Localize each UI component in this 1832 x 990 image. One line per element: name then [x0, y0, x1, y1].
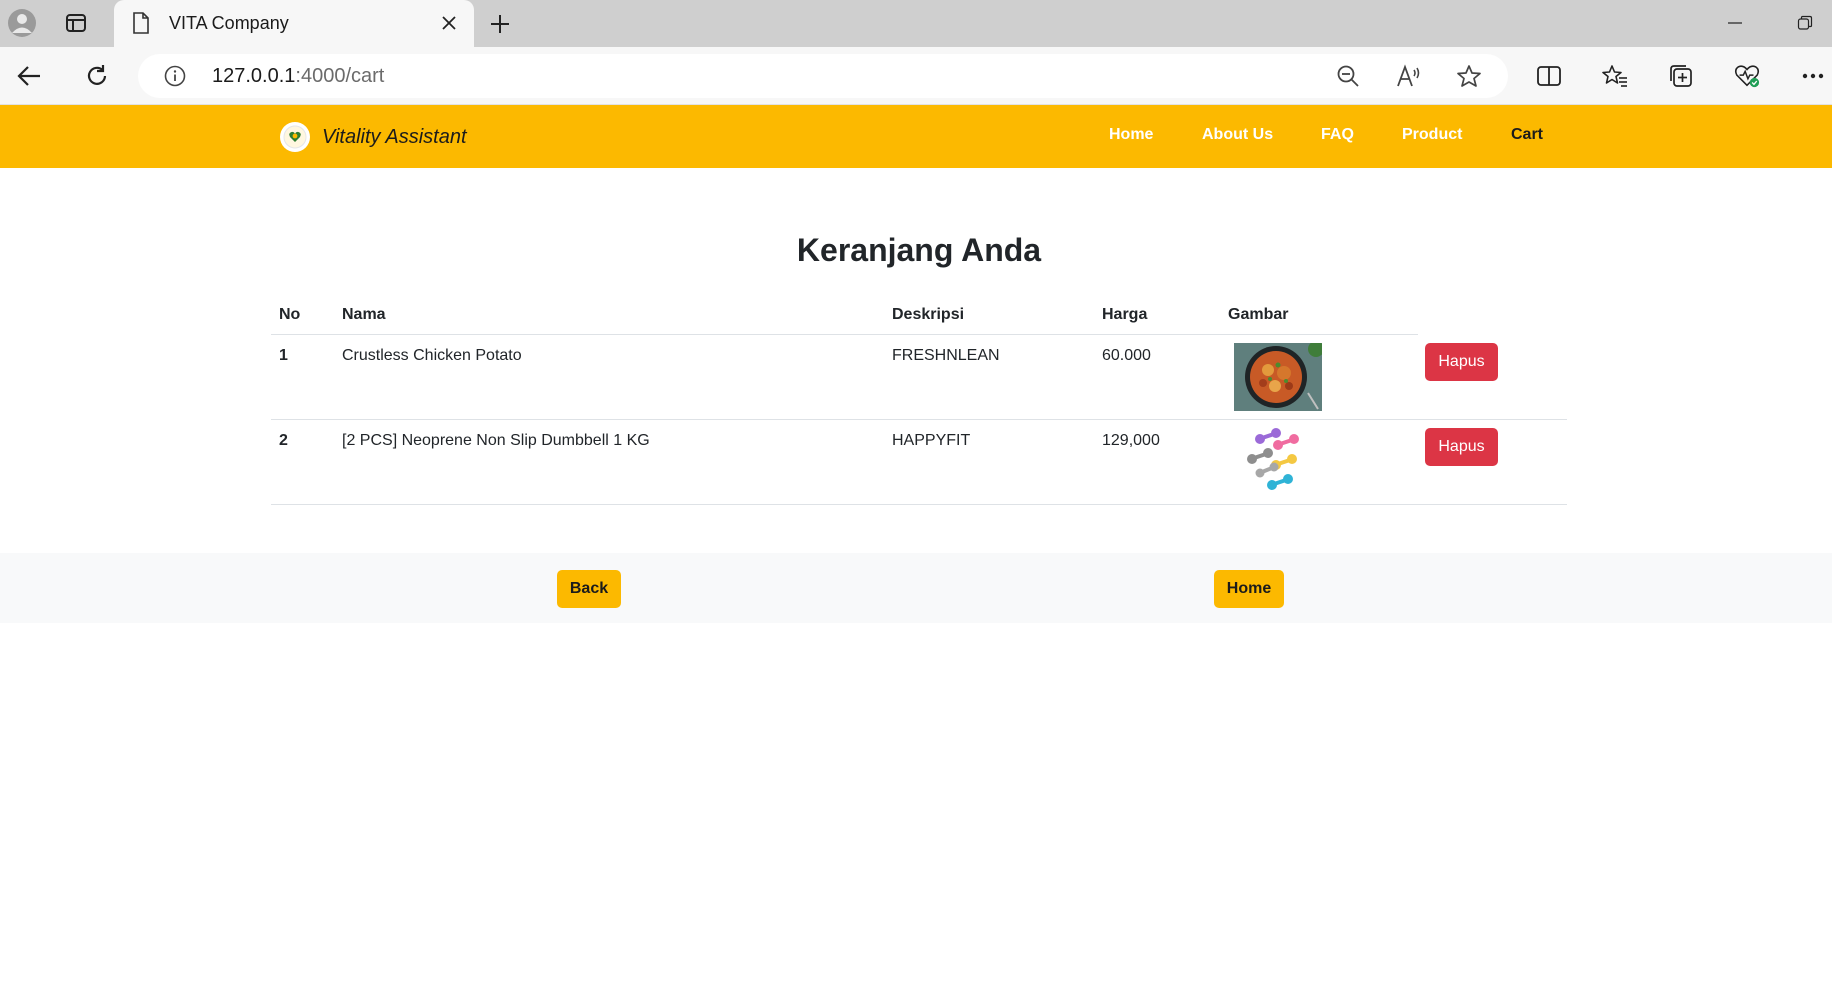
column-header-deskripsi: Deskripsi — [892, 306, 965, 323]
product-description: HAPPYFIT — [892, 432, 971, 449]
page-title: Keranjang Anda — [796, 232, 1042, 268]
close-tab-icon[interactable] — [438, 12, 460, 34]
read-aloud-icon[interactable] — [1396, 64, 1422, 88]
row-divider — [271, 504, 1567, 505]
back-button[interactable]: Back — [557, 570, 621, 608]
column-header-no: No — [279, 306, 301, 323]
more-options-icon[interactable] — [1800, 63, 1826, 89]
url-text[interactable]: 127.0.0.1:4000/cart — [212, 65, 384, 88]
row-number: 2 — [279, 432, 288, 449]
product-name: [2 PCS] Neoprene Non Slip Dumbbell 1 KG — [342, 432, 650, 449]
new-tab-icon[interactable] — [486, 10, 514, 38]
product-name: Crustless Chicken Potato — [342, 347, 522, 364]
brand-logo-icon — [280, 122, 310, 152]
nav-home[interactable]: Home — [1109, 126, 1153, 144]
nav-cart[interactable]: Cart — [1511, 126, 1543, 144]
url-path: :4000/cart — [295, 65, 385, 87]
row-number: 1 — [279, 347, 288, 364]
site-info-icon[interactable] — [164, 65, 186, 87]
browser-tab-bar: VITA Company — [0, 0, 1832, 47]
home-button[interactable]: Home — [1214, 570, 1284, 608]
address-bar[interactable]: 127.0.0.1:4000/cart — [138, 54, 1508, 98]
nav-about-us[interactable]: About Us — [1202, 126, 1273, 144]
minimize-icon[interactable] — [1724, 12, 1746, 34]
collections-icon[interactable] — [1668, 63, 1694, 89]
browser-toolbar: 127.0.0.1:4000/cart — [0, 47, 1832, 105]
favorite-star-icon[interactable] — [1456, 64, 1482, 88]
row-divider — [271, 419, 1567, 420]
favorites-icon[interactable] — [1602, 63, 1628, 89]
delete-item-button[interactable]: Hapus — [1425, 343, 1498, 381]
column-header-gambar: Gambar — [1228, 306, 1289, 323]
product-description: FRESHNLEAN — [892, 347, 1000, 364]
restore-icon[interactable] — [1794, 12, 1816, 34]
back-arrow-icon[interactable] — [14, 61, 44, 91]
reload-icon[interactable] — [82, 61, 112, 91]
dumbbells-image — [1234, 428, 1322, 496]
brand-name: Vitality Assistant — [322, 125, 467, 148]
footer-bar: Back Home — [0, 553, 1832, 623]
product-price: 60.000 — [1102, 347, 1151, 364]
profile-icon[interactable] — [5, 6, 39, 40]
browser-tab[interactable]: VITA Company — [114, 0, 474, 47]
site-navbar: Vitality Assistant Home About Us FAQ Pro… — [0, 105, 1832, 168]
tab-actions-icon[interactable] — [64, 11, 88, 35]
url-host: 127.0.0.1 — [212, 65, 296, 87]
column-header-nama: Nama — [342, 306, 386, 323]
page-icon — [132, 12, 150, 39]
nav-faq[interactable]: FAQ — [1321, 126, 1354, 144]
zoom-out-icon[interactable] — [1336, 64, 1360, 88]
table-header-divider — [271, 334, 1418, 335]
nav-product[interactable]: Product — [1402, 126, 1462, 144]
tab-title: VITA Company — [169, 13, 289, 33]
split-screen-icon[interactable] — [1536, 63, 1562, 89]
browser-essentials-icon[interactable] — [1734, 63, 1760, 89]
brand[interactable]: Vitality Assistant — [280, 122, 467, 152]
chicken-potato-dish-image — [1234, 343, 1322, 411]
product-price: 129,000 — [1102, 432, 1160, 449]
column-header-harga: Harga — [1102, 306, 1148, 323]
delete-item-button[interactable]: Hapus — [1425, 428, 1498, 466]
